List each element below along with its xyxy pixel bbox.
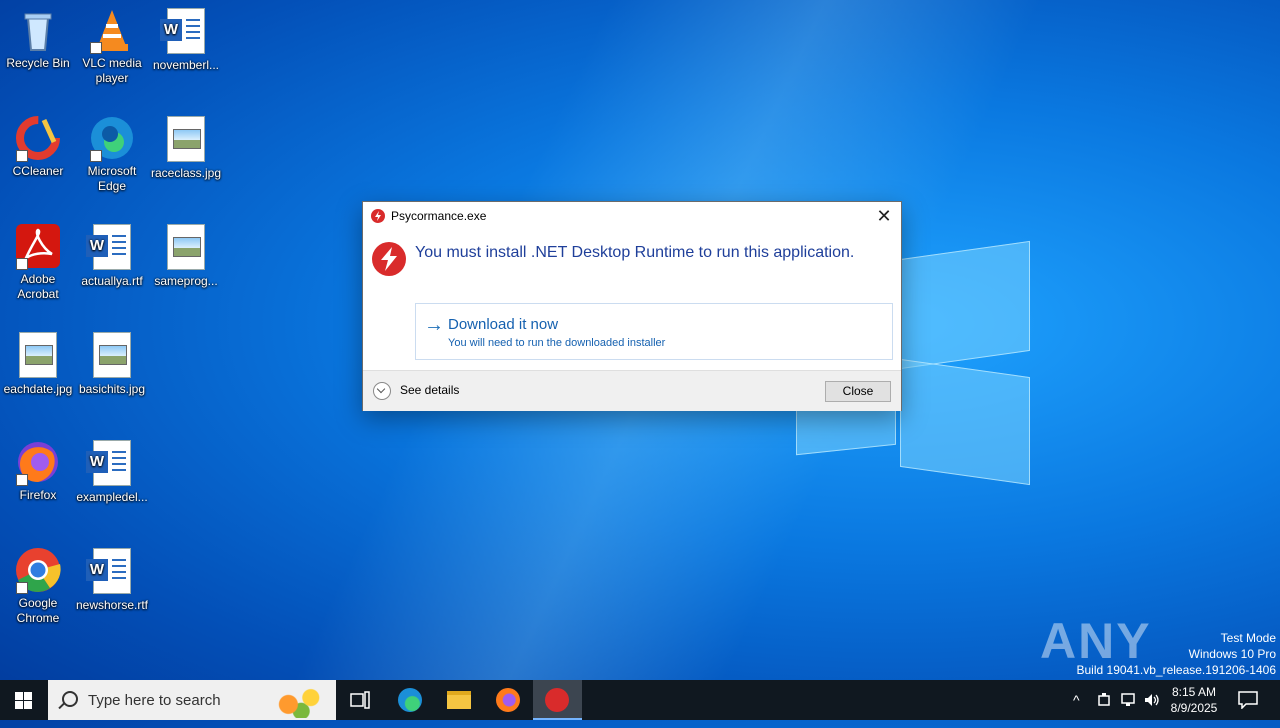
taskbar-firefox[interactable] <box>484 680 532 720</box>
desktop-icon-november-doc[interactable]: W novemberl... <box>148 6 224 73</box>
download-now-label: Download it now <box>448 316 559 333</box>
desktop-icon-exampledel[interactable]: W exampledel... <box>74 438 150 505</box>
watermark-line: Build 19041.vb_release.191206-1406 <box>1076 663 1277 677</box>
desktop-icon-label: raceclass.jpg <box>150 166 222 180</box>
desktop-icon-label: newshorse.rtf <box>75 598 149 612</box>
image-file-icon <box>162 116 210 164</box>
tray-security-button[interactable] <box>1094 680 1112 720</box>
windows-test-mode-watermark: Test Mode Windows 10 Pro Build 19041.vb_… <box>1077 630 1277 678</box>
close-button[interactable]: Close <box>825 381 891 402</box>
word-document-icon: W <box>86 548 136 596</box>
app-lightning-icon <box>371 209 385 223</box>
word-document-icon: W <box>86 224 136 272</box>
shortcut-arrow-icon <box>90 150 102 162</box>
download-now-note: You will need to run the downloaded inst… <box>448 337 666 349</box>
vlc-cone-icon <box>88 6 136 54</box>
desktop-icon-newshorse[interactable]: W newshorse.rtf <box>74 546 150 613</box>
taskbar-file-explorer[interactable] <box>435 680 483 720</box>
desktop-icon-label: VLC media player <box>82 56 142 85</box>
firefox-icon <box>496 688 520 712</box>
dialog-headline: You must install .NET Desktop Runtime to… <box>415 244 855 261</box>
desktop-icon-label: sameprog... <box>154 274 218 288</box>
speaker-icon <box>1145 694 1159 706</box>
desktop-icon-edge[interactable]: Microsoft Edge <box>74 114 150 194</box>
desktop-icon-raceclass[interactable]: raceclass.jpg <box>148 114 224 181</box>
edge-browser-icon <box>88 114 136 162</box>
chrome-icon <box>14 546 62 594</box>
tray-network-button[interactable] <box>1118 680 1136 720</box>
recycle-bin-icon <box>14 6 62 54</box>
edge-browser-icon <box>398 688 422 712</box>
desktop-icon-label: CCleaner <box>12 164 64 178</box>
desktop-icon-label: Recycle Bin <box>6 56 70 70</box>
image-file-icon <box>88 332 136 380</box>
taskbar-edge[interactable] <box>386 680 434 720</box>
arrow-right-icon: → <box>424 314 444 336</box>
taskbar-psycormance[interactable] <box>533 680 582 720</box>
ccleaner-icon <box>14 114 62 162</box>
desktop-icon-sameprog[interactable]: sameprog... <box>148 222 224 289</box>
search-highlight-flowers-icon <box>266 684 330 718</box>
watermark-line: Test Mode <box>1220 631 1276 645</box>
shortcut-arrow-icon <box>16 582 28 594</box>
desktop-icon-ccleaner[interactable]: CCleaner <box>0 114 76 179</box>
usb-device-icon <box>1098 693 1110 706</box>
dialog-title: Psycormance.exe <box>391 209 487 223</box>
tray-volume-button[interactable] <box>1142 680 1160 720</box>
desktop-icon-basichits[interactable]: basichits.jpg <box>74 330 150 397</box>
desktop-icon-label: actuallya.rtf <box>81 274 143 288</box>
watermark-line: Windows 10 Pro <box>1188 647 1276 661</box>
desktop-icon-vlc[interactable]: VLC media player <box>74 6 150 86</box>
shortcut-arrow-icon <box>90 42 102 54</box>
desktop-icon-label: eachdate.jpg <box>3 382 73 396</box>
firefox-icon <box>14 438 62 486</box>
action-center-button[interactable] <box>1236 680 1260 720</box>
shortcut-arrow-icon <box>16 258 28 270</box>
taskbar: Type here to search ^ 8:15 AM 8/9/2025 <box>0 680 1280 720</box>
desktop-icon-label: basichits.jpg <box>78 382 146 396</box>
desktop-icon-chrome[interactable]: Google Chrome <box>0 546 76 626</box>
app-lightning-icon <box>545 688 569 712</box>
desktop-icon-acrobat[interactable]: Adobe Acrobat <box>0 222 76 302</box>
notification-icon <box>1238 691 1258 709</box>
word-document-icon: W <box>160 8 210 56</box>
desktop-icon-actuallya[interactable]: W actuallya.rtf <box>74 222 150 289</box>
show-hidden-icons-button[interactable]: ^ <box>1070 680 1088 720</box>
dotnet-runtime-dialog: Psycormance.exe ✕ You must install .NET … <box>362 201 902 411</box>
download-now-command-link[interactable]: → Download it now You will need to run t… <box>415 303 893 360</box>
desktop-icon-label: Adobe Acrobat <box>17 272 59 301</box>
desktop-icon-label: exampledel... <box>76 490 148 504</box>
desktop-icon-recycle-bin[interactable]: Recycle Bin <box>0 6 76 71</box>
desktop-icon-label: Firefox <box>19 488 57 502</box>
see-details-label[interactable]: See details <box>400 383 459 397</box>
taskbar-search-box[interactable]: Type here to search <box>48 680 336 720</box>
shortcut-arrow-icon <box>16 150 28 162</box>
network-icon <box>1121 693 1135 706</box>
image-file-icon <box>14 332 62 380</box>
app-lightning-icon <box>372 242 406 276</box>
adobe-acrobat-icon <box>14 222 62 270</box>
chevron-up-icon: ^ <box>1073 692 1080 708</box>
desktop-icon-label: Microsoft Edge <box>87 164 137 193</box>
clock-date: 8/9/2025 <box>1170 701 1218 715</box>
shortcut-arrow-icon <box>16 474 28 486</box>
close-icon[interactable]: ✕ <box>873 206 895 226</box>
chevron-down-icon[interactable] <box>373 382 391 400</box>
desktop-icon-firefox[interactable]: Firefox <box>0 438 76 503</box>
search-placeholder: Type here to search <box>88 692 221 709</box>
clock-time: 8:15 AM <box>1171 685 1217 699</box>
dialog-titlebar[interactable]: Psycormance.exe ✕ <box>363 202 901 230</box>
dialog-footer: See details Close <box>363 370 901 411</box>
desktop-icon-label: novemberl... <box>152 58 220 72</box>
search-icon <box>62 691 78 707</box>
folder-icon <box>447 691 471 709</box>
desktop-icon-label: Google Chrome <box>16 596 60 625</box>
desktop-icon-eachdate[interactable]: eachdate.jpg <box>0 330 76 397</box>
task-view-button[interactable] <box>336 680 384 720</box>
taskbar-clock[interactable]: 8:15 AM 8/9/2025 <box>1160 684 1228 716</box>
start-button[interactable] <box>0 680 48 720</box>
windows-logo-icon <box>15 692 32 709</box>
image-file-icon <box>162 224 210 272</box>
word-document-icon: W <box>86 440 136 488</box>
